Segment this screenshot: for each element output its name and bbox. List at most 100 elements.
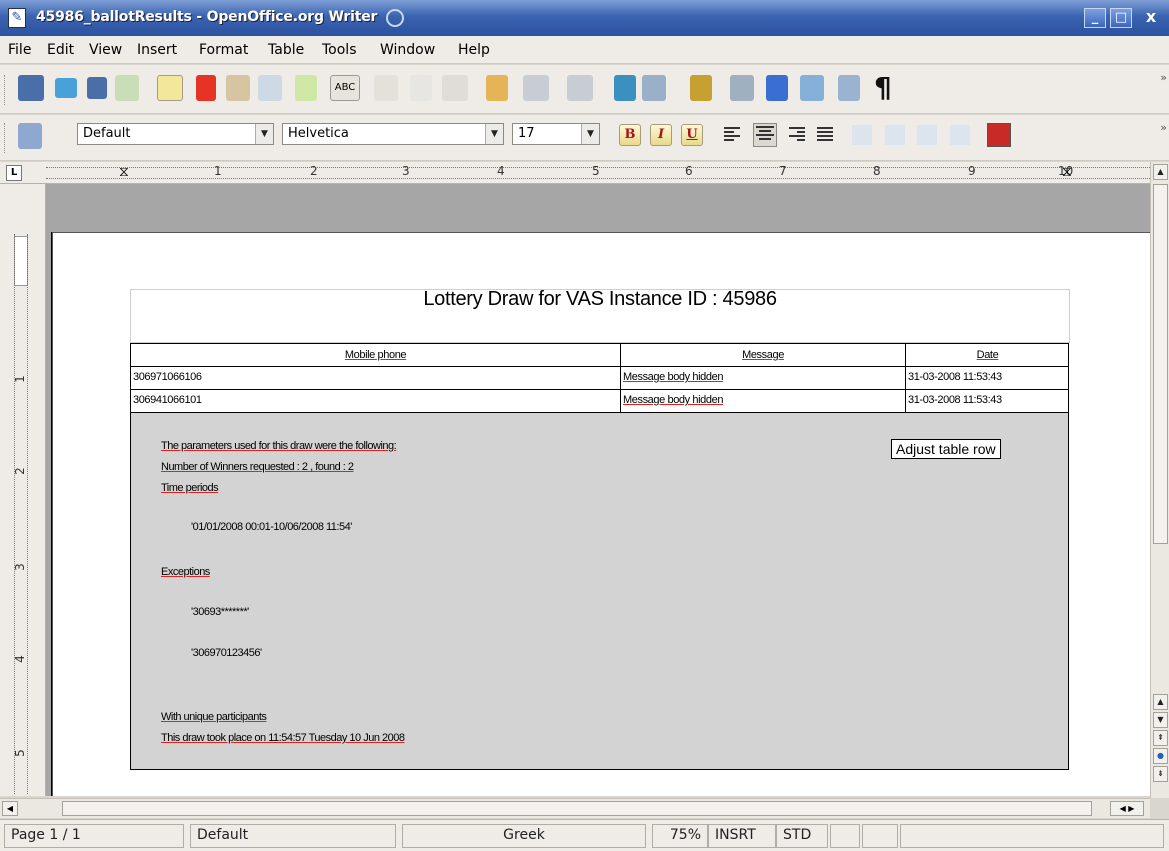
menu-window[interactable]: Window	[380, 42, 435, 58]
scroll-down-icon[interactable]: ▼	[1153, 712, 1168, 728]
minimize-button[interactable]: _	[1084, 8, 1106, 28]
header-message[interactable]: Message	[621, 349, 905, 361]
formatting-marks-icon[interactable]: ¶	[874, 74, 896, 102]
underline-button[interactable]: U	[681, 124, 703, 146]
gallery-icon[interactable]	[800, 75, 824, 101]
font-color-icon[interactable]	[987, 123, 1011, 147]
page-style-indicator[interactable]: Default	[190, 824, 396, 848]
toolbar-more-icon[interactable]: »	[1160, 71, 1167, 84]
navigation-icon[interactable]: ●	[1153, 748, 1168, 764]
decrease-indent-icon[interactable]	[917, 125, 937, 145]
align-right-icon[interactable]	[787, 125, 807, 145]
edit-file-icon[interactable]	[157, 75, 183, 101]
menu-view[interactable]: View	[89, 42, 122, 58]
paragraph-style-select[interactable]: Default ▼	[77, 123, 274, 145]
table-cell-date[interactable]: 31-03-2008 11:53:43	[908, 371, 1002, 383]
table-cell-phone[interactable]: 306971066106	[133, 371, 202, 383]
table-icon[interactable]	[642, 75, 666, 101]
open-folder-icon[interactable]	[55, 78, 77, 98]
document-modified-indicator[interactable]	[830, 824, 860, 848]
scroll-thumb[interactable]	[1153, 184, 1168, 544]
vertical-ruler[interactable]: 1 2 3 4 5	[0, 184, 46, 796]
document-title[interactable]: Lottery Draw for VAS Instance ID : 45986	[130, 288, 1070, 311]
menu-format[interactable]: Format	[199, 42, 248, 58]
vertical-scrollbar[interactable]: ▲ ▲ ▼ ⇞ ● ⇟	[1150, 162, 1169, 798]
scroll-right-icon[interactable]: ◀ ▶	[1110, 801, 1144, 816]
font-name-select[interactable]: Helvetica ▼	[282, 123, 504, 145]
horizontal-scrollbar[interactable]: ◀ ◀ ▶	[0, 798, 1150, 818]
italic-button[interactable]: I	[650, 124, 672, 146]
parameters-section[interactable]: The parameters used for this draw were t…	[130, 413, 1069, 770]
bold-button[interactable]: B	[619, 124, 641, 146]
cut-icon[interactable]	[374, 75, 398, 101]
align-left-icon[interactable]	[722, 125, 742, 145]
scroll-up-icon[interactable]: ▲	[1153, 694, 1168, 710]
document-page[interactable]: Lottery Draw for VAS Instance ID : 45986…	[52, 232, 1150, 796]
undo-icon[interactable]	[523, 75, 549, 101]
font-size-select[interactable]: 17 ▼	[512, 123, 600, 145]
scroll-up-icon[interactable]: ▲	[1153, 164, 1168, 180]
print-icon[interactable]	[226, 75, 250, 101]
insert-mode-indicator[interactable]: INSRT	[708, 824, 776, 848]
table-cell-date[interactable]: 31-03-2008 11:53:43	[908, 394, 1002, 406]
data-sources-icon[interactable]	[838, 75, 860, 101]
chevron-down-icon[interactable]: ▼	[255, 124, 273, 144]
header-mobile-phone[interactable]: Mobile phone	[131, 349, 620, 361]
toolbar-grip[interactable]	[4, 75, 8, 105]
table-cell-phone[interactable]: 306941066101	[133, 394, 202, 406]
header-date[interactable]: Date	[906, 349, 1069, 361]
align-center-icon[interactable]	[753, 123, 777, 147]
menu-table[interactable]: Table	[268, 42, 304, 58]
selection-mode-indicator[interactable]: STD	[776, 824, 828, 848]
find-replace-icon[interactable]	[730, 75, 754, 101]
redo-icon[interactable]	[567, 75, 593, 101]
spellcheck-icon[interactable]	[295, 75, 317, 101]
menu-help[interactable]: Help	[458, 42, 490, 58]
tab-type-selector[interactable]: L	[6, 165, 22, 181]
table-cell-message[interactable]: Message body hidden	[623, 371, 723, 383]
justify-icon[interactable]	[815, 125, 835, 145]
show-draw-functions-icon[interactable]	[690, 75, 712, 101]
save-icon[interactable]	[87, 77, 107, 99]
increase-indent-icon[interactable]	[950, 125, 970, 145]
close-button[interactable]: x	[1140, 8, 1162, 28]
numbering-icon[interactable]	[852, 125, 872, 145]
menu-insert[interactable]: Insert	[137, 42, 177, 58]
styles-formatting-icon[interactable]	[18, 123, 42, 149]
horizontal-ruler[interactable]: L 1 2 3 4 5 6 7 8 9 10 ⧖ ⧖	[0, 162, 1169, 184]
table-cell-message[interactable]: Message body hidden	[623, 394, 723, 406]
toolbar-more-icon[interactable]: »	[1160, 121, 1167, 134]
chevron-down-icon[interactable]: ▼	[485, 124, 503, 144]
scroll-thumb[interactable]	[62, 801, 1092, 816]
format-paintbrush-icon[interactable]	[486, 75, 508, 101]
pin-icon[interactable]	[386, 9, 404, 27]
paste-icon[interactable]	[442, 75, 468, 101]
language-indicator[interactable]: Greek	[402, 824, 646, 848]
maximize-button[interactable]: □	[1110, 8, 1132, 28]
previous-page-icon[interactable]: ⇞	[1153, 730, 1168, 746]
hyperlink-icon[interactable]	[614, 75, 636, 101]
zoom-indicator[interactable]: 75%	[652, 824, 708, 848]
indent-marker-icon[interactable]: ⧖	[119, 164, 129, 180]
toolbar-grip[interactable]	[4, 123, 8, 153]
bullets-icon[interactable]	[885, 125, 905, 145]
writer-app-icon[interactable]: ✎	[8, 8, 26, 28]
results-table[interactable]: Mobile phone Message Date 306971066106 M…	[130, 343, 1069, 413]
copy-icon[interactable]	[410, 75, 432, 101]
new-document-icon[interactable]	[18, 75, 44, 101]
scroll-left-icon[interactable]: ◀	[2, 801, 18, 816]
page-indicator[interactable]: Page 1 / 1	[4, 824, 184, 848]
digital-signature-indicator[interactable]	[862, 824, 898, 848]
right-indent-marker-icon[interactable]: ⧖	[1062, 164, 1072, 180]
menu-file[interactable]: File	[8, 42, 31, 58]
menu-edit[interactable]: Edit	[47, 42, 74, 58]
email-document-icon[interactable]	[115, 75, 139, 101]
export-pdf-icon[interactable]	[196, 75, 216, 101]
next-page-icon[interactable]: ⇟	[1153, 766, 1168, 782]
navigator-icon[interactable]	[766, 75, 788, 101]
title-bar[interactable]: ✎ 45986_ballotResults - OpenOffice.org W…	[0, 0, 1169, 36]
menu-tools[interactable]: Tools	[322, 42, 357, 58]
chevron-down-icon[interactable]: ▼	[581, 124, 599, 144]
print-preview-icon[interactable]	[258, 75, 282, 101]
autospellcheck-icon[interactable]: ABC	[330, 75, 360, 101]
